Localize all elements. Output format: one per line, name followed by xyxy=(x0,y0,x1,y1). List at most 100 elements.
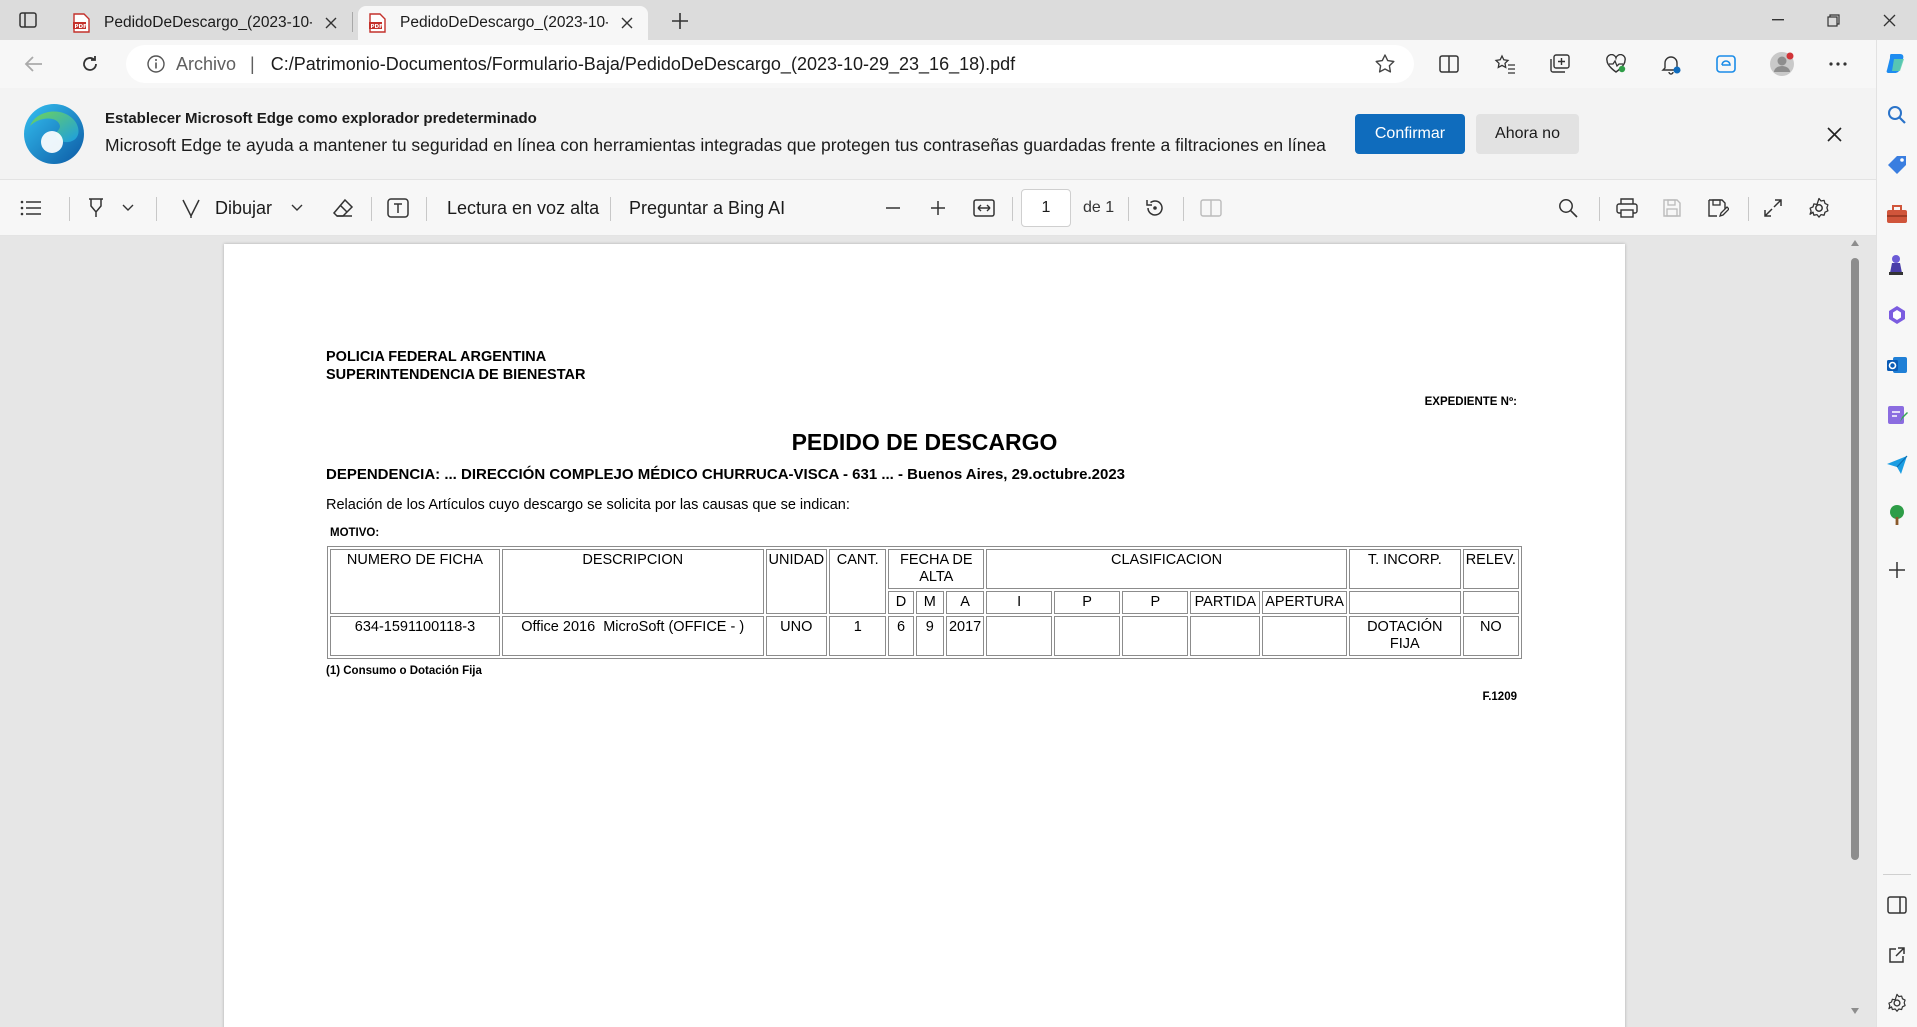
header-clasificacion: CLASIFICACION xyxy=(986,549,1347,589)
browser-essentials-icon[interactable] xyxy=(1601,49,1631,79)
refresh-icon[interactable] xyxy=(74,48,106,80)
page-number-input[interactable]: 1 xyxy=(1021,189,1071,227)
open-external-icon[interactable] xyxy=(1885,943,1909,967)
navigation-bar: Archivo | C:/Patrimonio-Documentos/Formu… xyxy=(0,40,1876,88)
pdf-file-icon: PDF xyxy=(73,13,90,33)
fit-to-width-icon[interactable] xyxy=(973,193,995,223)
cell-p2 xyxy=(1122,616,1189,656)
zoom-in-icon[interactable] xyxy=(930,193,946,223)
address-bar[interactable]: Archivo | C:/Patrimonio-Documentos/Formu… xyxy=(126,45,1414,83)
tab-pdf-1[interactable]: PDF PedidoDeDescargo_(2023-10-29_23_16_1… xyxy=(62,6,352,40)
infobar-title: Establecer Microsoft Edge como explorado… xyxy=(105,110,537,127)
collections-icon[interactable] xyxy=(1545,49,1575,79)
toolbar-divider xyxy=(1128,197,1129,221)
shopping-tag-icon[interactable] xyxy=(1885,153,1909,177)
confirm-button[interactable]: Confirmar xyxy=(1355,114,1465,154)
toolbar-divider xyxy=(1748,197,1749,221)
add-sidebar-app-icon[interactable] xyxy=(1885,558,1909,582)
subheader-apertura: APERTURA xyxy=(1262,591,1347,614)
edge-workspaces-icon[interactable] xyxy=(1711,49,1741,79)
toolbar-divider xyxy=(426,197,427,221)
toolbar-divider xyxy=(610,197,611,221)
page-view-icon[interactable] xyxy=(1200,193,1222,223)
header-cant: CANT. xyxy=(829,549,887,614)
highlight-dropdown-chevron-icon[interactable] xyxy=(122,193,134,223)
print-icon[interactable] xyxy=(1616,193,1638,223)
fullscreen-icon[interactable] xyxy=(1763,193,1783,223)
subheader-p2: P xyxy=(1122,591,1189,614)
subheader-m: M xyxy=(915,591,944,614)
favorite-star-icon[interactable] xyxy=(1374,53,1396,75)
subheader-i: I xyxy=(986,591,1053,614)
scroll-up-arrow-icon[interactable] xyxy=(1851,240,1859,246)
default-browser-infobar: Establecer Microsoft Edge como explorado… xyxy=(0,88,1876,180)
microsoft-365-icon[interactable] xyxy=(1885,303,1909,327)
draw-dropdown-chevron-icon[interactable] xyxy=(291,193,303,223)
add-text-icon[interactable] xyxy=(387,193,409,223)
rotate-icon[interactable] xyxy=(1144,193,1166,223)
split-screen-icon[interactable] xyxy=(1434,49,1464,79)
games-chess-icon[interactable] xyxy=(1885,253,1909,277)
organization-department: SUPERINTENDENCIA DE BIENESTAR xyxy=(326,367,586,383)
svg-text:PDF: PDF xyxy=(371,24,384,30)
scrollbar-thumb[interactable] xyxy=(1851,258,1859,860)
draw-button[interactable]: Dibujar xyxy=(181,193,272,223)
table-row: 634-1591100118-3 Office 2016 MicroSoft (… xyxy=(330,616,1519,656)
subheader-t-incorp-blank xyxy=(1348,591,1461,614)
search-icon[interactable] xyxy=(1558,193,1578,223)
send-paper-plane-icon[interactable] xyxy=(1885,453,1909,477)
pdf-viewer[interactable]: POLICIA FEDERAL ARGENTINA SUPERINTENDENC… xyxy=(0,236,1876,1027)
toolbar-divider xyxy=(156,197,157,221)
cell-t-incorp: DOTACIÓN FIJA xyxy=(1348,616,1461,656)
more-options-icon[interactable] xyxy=(1823,49,1853,79)
tab-divider xyxy=(352,12,353,32)
zoom-out-icon[interactable] xyxy=(885,193,901,223)
not-now-button[interactable]: Ahora no xyxy=(1476,114,1579,154)
outlook-icon[interactable] xyxy=(1885,353,1909,377)
cell-unidad: UNO xyxy=(765,616,828,656)
table-of-contents-icon[interactable] xyxy=(20,193,42,223)
back-arrow-icon[interactable] xyxy=(18,48,50,80)
pdf-page: POLICIA FEDERAL ARGENTINA SUPERINTENDENC… xyxy=(224,244,1625,1027)
toolbar-divider xyxy=(69,197,70,221)
hide-sidebar-icon[interactable] xyxy=(1885,893,1909,917)
restore-icon[interactable] xyxy=(1806,0,1860,40)
vertical-scrollbar[interactable] xyxy=(1848,236,1862,1027)
ask-bing-ai-button[interactable]: Preguntar a Bing AI xyxy=(629,193,785,223)
close-tab-icon[interactable] xyxy=(320,12,342,34)
tools-briefcase-icon[interactable] xyxy=(1885,203,1909,227)
minimize-icon[interactable] xyxy=(1751,0,1805,40)
highlight-icon[interactable] xyxy=(86,193,106,223)
close-tab-icon[interactable] xyxy=(616,12,638,34)
settings-gear-icon[interactable] xyxy=(1808,193,1830,223)
read-aloud-button[interactable]: Lectura en voz alta xyxy=(447,193,599,223)
expediente-label: EXPEDIENTE Nº: xyxy=(1424,396,1517,408)
save-as-icon[interactable] xyxy=(1707,193,1729,223)
infobar-message: Microsoft Edge te ayuda a mantener tu se… xyxy=(105,135,1326,155)
new-tab-icon[interactable] xyxy=(666,8,694,34)
url-text[interactable]: C:/Patrimonio-Documentos/Formulario-Baja… xyxy=(271,54,1015,75)
drop-icon[interactable] xyxy=(1885,403,1909,427)
copilot-icon[interactable] xyxy=(1885,51,1909,75)
tab-actions-icon[interactable] xyxy=(14,7,42,33)
search-sidebar-icon[interactable] xyxy=(1885,103,1909,127)
cell-i xyxy=(986,616,1053,656)
cell-partida xyxy=(1190,616,1261,656)
eraser-icon[interactable] xyxy=(332,193,354,223)
profile-avatar[interactable] xyxy=(1767,49,1797,79)
cell-cant: 1 xyxy=(829,616,887,656)
motivo-label: MOTIVO: xyxy=(330,527,380,539)
cell-descripcion: Office 2016 MicroSoft (OFFICE - ) xyxy=(501,616,764,656)
close-window-icon[interactable] xyxy=(1862,0,1916,40)
cell-numero-ficha: 634-1591100118-3 xyxy=(330,616,500,656)
info-icon[interactable] xyxy=(146,54,166,74)
close-infobar-icon[interactable] xyxy=(1820,120,1848,148)
header-unidad: UNIDAD xyxy=(765,549,828,614)
sidebar-settings-gear-icon[interactable] xyxy=(1885,991,1909,1015)
scroll-down-arrow-icon[interactable] xyxy=(1851,1008,1859,1014)
tab-pdf-2[interactable]: PDF PedidoDeDescargo_(2023-10-29_23_16_1… xyxy=(358,6,648,40)
tree-icon[interactable] xyxy=(1885,503,1909,527)
save-icon[interactable] xyxy=(1662,193,1682,223)
favorites-icon[interactable] xyxy=(1490,49,1520,79)
notifications-bell-icon[interactable] xyxy=(1656,49,1686,79)
